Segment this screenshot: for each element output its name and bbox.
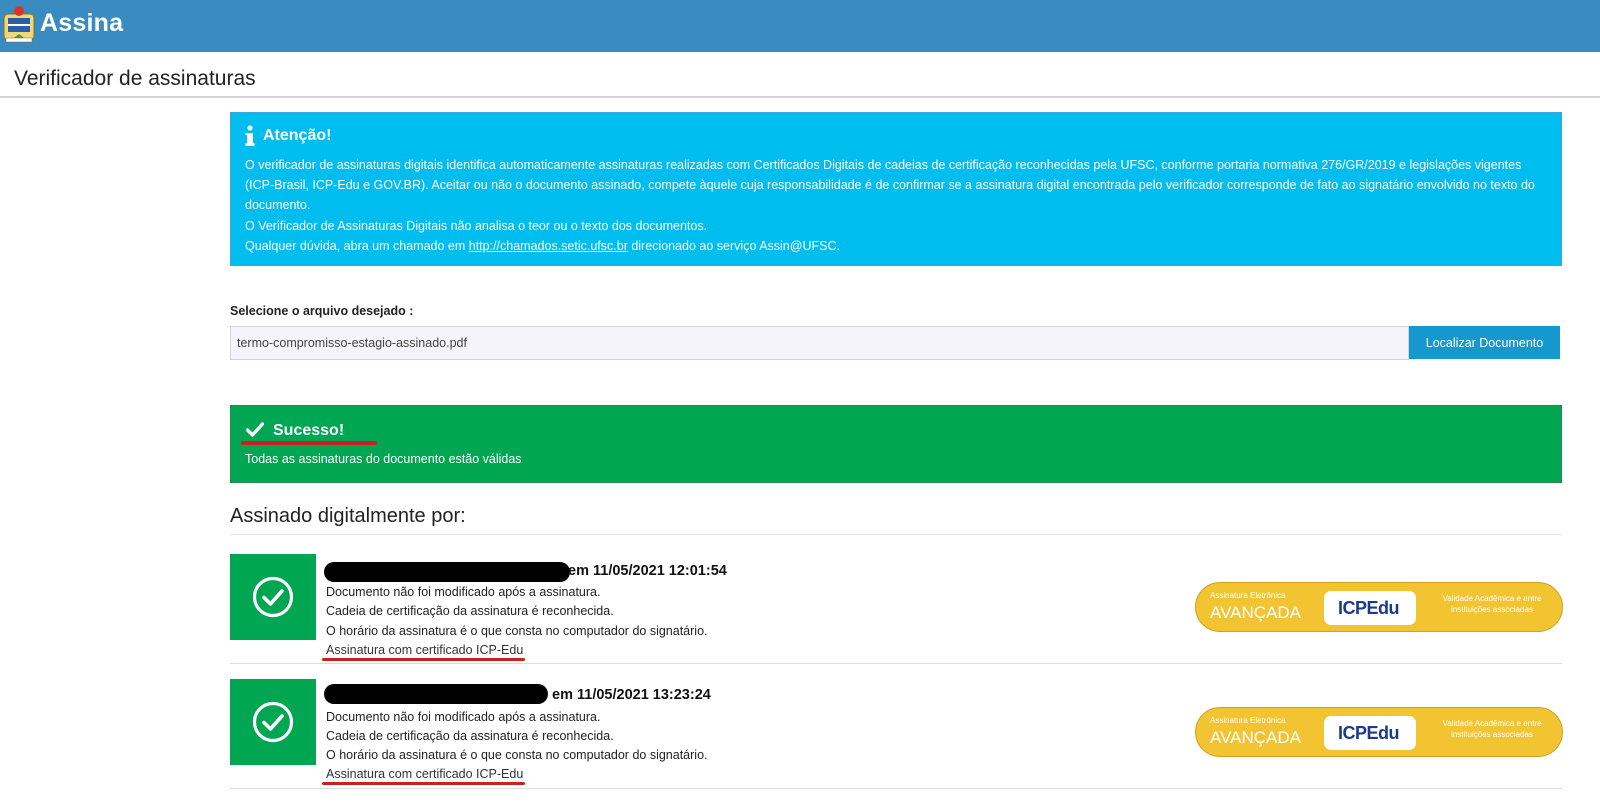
info-text: Qualquer dúvida, abra um chamado em <box>245 238 469 253</box>
chamados-link[interactable]: http://chamados.setic.ufsc.br <box>469 239 628 253</box>
signature-detail: O horário da assinatura é o que consta n… <box>326 624 708 638</box>
signature-timestamp: em 11/05/2021 12:01:54 <box>568 563 727 579</box>
redacted-signer-name <box>324 562 570 582</box>
icpedu-badge: Assinatura Eletrônica AVANÇADA ICPEdu Va… <box>1195 707 1563 757</box>
icpedu-logo: ICPEdu <box>1324 591 1416 625</box>
signed-by-heading: Assinado digitalmente por: <box>230 505 466 527</box>
icpedu-logo: ICPEdu <box>1324 716 1416 750</box>
icpedu-logo-text: ICPEdu <box>1338 598 1400 618</box>
signature-timestamp: em 11/05/2021 13:23:24 <box>552 687 711 703</box>
redacted-signer-name <box>324 684 548 704</box>
file-select-label: Selecione o arquivo desejado : <box>230 304 414 318</box>
app-title[interactable]: Assina <box>40 9 123 38</box>
success-message: Todas as assinaturas do documento estão … <box>245 452 522 466</box>
badge-caption: Assinatura Eletrônica <box>1210 591 1286 600</box>
check-icon <box>246 422 264 437</box>
signature-certificate: Assinatura com certificado ICP-Edu <box>326 767 524 781</box>
info-alert: Atenção! O verificador de assinaturas di… <box>230 112 1562 266</box>
info-text: direcionado ao serviço Assin@UFSC. <box>627 238 840 253</box>
signature-valid-box <box>230 679 316 765</box>
info-paragraph: O Verificador de Assinaturas Digitais nã… <box>245 218 708 233</box>
info-paragraph: Qualquer dúvida, abra um chamado em http… <box>245 236 1550 256</box>
signature-detail: Cadeia de certificação da assinatura é r… <box>326 604 614 618</box>
info-alert-title: Atenção! <box>263 127 332 144</box>
signature-detail: Documento não foi modificado após a assi… <box>326 710 601 724</box>
signature-detail: Cadeia de certificação da assinatura é r… <box>326 729 614 743</box>
red-annotation-underline <box>241 441 377 445</box>
icpedu-badge: Assinatura Eletrônica AVANÇADA ICPEdu Va… <box>1195 582 1563 632</box>
signature-certificate: Assinatura com certificado ICP-Edu <box>326 643 524 657</box>
signature-card: em 11/05/2021 12:01:54 Documento não foi… <box>230 540 1563 664</box>
badge-level: AVANÇADA <box>1210 603 1302 622</box>
info-icon <box>245 125 255 146</box>
check-circle-icon <box>252 576 294 618</box>
icpedu-logo-text: ICPEdu <box>1338 723 1400 743</box>
red-annotation-underline <box>322 658 525 661</box>
signature-detail: Documento não foi modificado após a assi… <box>326 585 601 599</box>
page-title: Verificador de assinaturas <box>14 67 256 90</box>
check-circle-icon <box>252 701 294 743</box>
success-title: Sucesso! <box>273 422 345 439</box>
signature-detail: O horário da assinatura é o que consta n… <box>326 748 708 762</box>
info-alert-body: O verificador de assinaturas digitais id… <box>245 155 1550 256</box>
success-alert: Sucesso! Todas as assinaturas do documen… <box>230 405 1562 483</box>
top-bar: Assina <box>0 0 1600 52</box>
red-annotation-underline <box>322 782 525 785</box>
locate-document-button[interactable]: Localizar Documento <box>1409 326 1560 359</box>
badge-note: Validade Acadêmica e entre instituições … <box>1442 594 1542 614</box>
badge-note: Validade Acadêmica e entre instituições … <box>1442 719 1542 739</box>
info-paragraph: O verificador de assinaturas digitais id… <box>245 158 1535 213</box>
divider <box>230 534 1562 535</box>
signature-valid-box <box>230 554 316 640</box>
badge-level: AVANÇADA <box>1210 728 1302 747</box>
badge-caption: Assinatura Eletrônica <box>1210 716 1286 725</box>
file-path-input[interactable] <box>230 326 1409 360</box>
signature-card: em 11/05/2021 13:23:24 Documento não foi… <box>230 665 1563 789</box>
page-header: Verificador de assinaturas <box>0 52 1600 98</box>
ufsc-crest-icon[interactable] <box>2 4 36 44</box>
